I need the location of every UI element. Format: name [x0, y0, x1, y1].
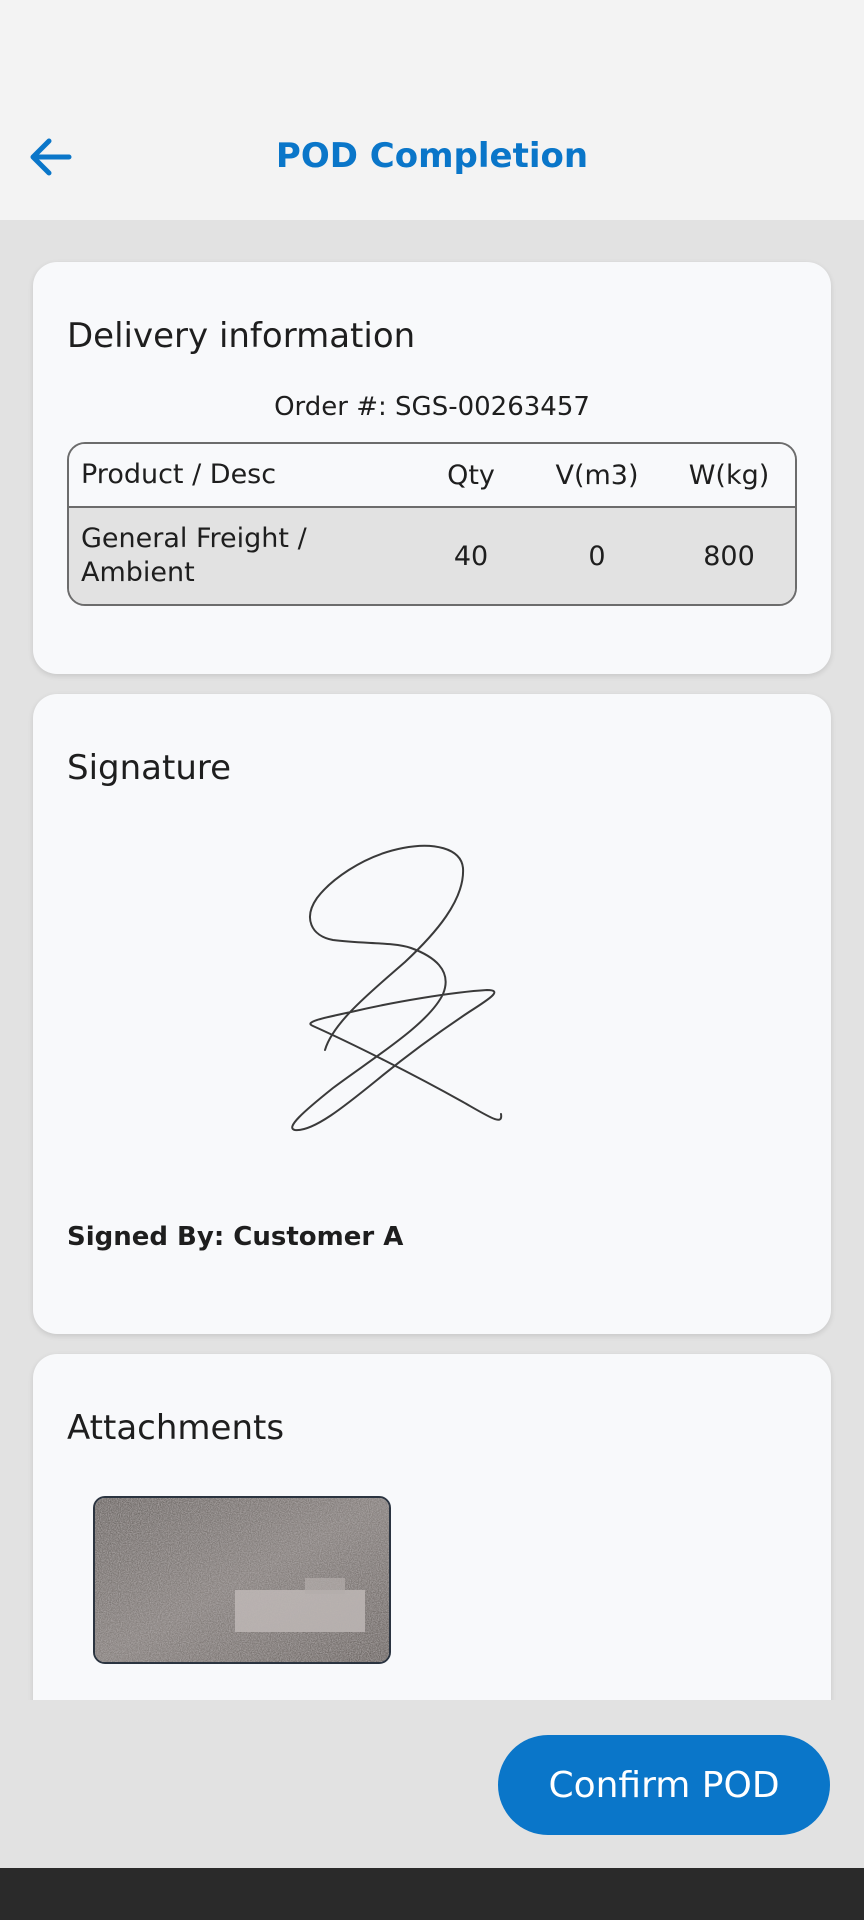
- order-number-value: SGS-00263457: [395, 392, 590, 422]
- table-header: Product / Desc Qty V(m3) W(kg): [69, 444, 795, 508]
- confirm-pod-button[interactable]: Confirm POD: [498, 1735, 830, 1835]
- cell-volume: 0: [588, 540, 606, 572]
- page-title: POD Completion: [275, 136, 589, 176]
- app-bar: POD Completion: [0, 100, 864, 220]
- system-navigation-bar: [0, 1868, 864, 1920]
- signature-image: [33, 844, 831, 1144]
- order-number-label: Order #:: [274, 392, 387, 422]
- items-table: Product / Desc Qty V(m3) W(kg) General F…: [67, 442, 797, 606]
- photo-thumbnail-image: [95, 1498, 389, 1662]
- bottom-action-bar: Confirm POD: [0, 1700, 864, 1868]
- cell-product: General Freight / Ambient: [81, 523, 307, 588]
- delivery-info-card: Delivery information Order #: SGS-002634…: [33, 262, 831, 674]
- order-number: Order #: SGS-00263457: [33, 392, 831, 422]
- col-header-weight: W(kg): [688, 459, 770, 491]
- col-header-product: Product / Desc: [81, 459, 277, 490]
- col-header-volume: V(m3): [555, 459, 639, 491]
- signed-by-label: Signed By:: [67, 1222, 225, 1252]
- cell-weight: 800: [703, 540, 755, 572]
- attachments-card: Attachments: [33, 1354, 831, 1700]
- signed-by: Signed By: Customer A: [67, 1222, 403, 1252]
- col-header-qty: Qty: [447, 459, 495, 491]
- scroll-content[interactable]: Delivery information Order #: SGS-002634…: [0, 220, 864, 1700]
- signed-by-name: Customer A: [233, 1222, 404, 1252]
- cell-qty: 40: [453, 540, 489, 572]
- table-row: General Freight / Ambient 40 0 800: [69, 508, 795, 604]
- signature-card: Signature Signed By: Customer A: [33, 694, 831, 1334]
- signature-title: Signature: [67, 748, 232, 788]
- attachment-thumbnail[interactable]: [93, 1496, 391, 1664]
- attachments-title: Attachments: [67, 1408, 285, 1448]
- delivery-info-title: Delivery information: [67, 316, 416, 356]
- status-bar: [0, 0, 864, 100]
